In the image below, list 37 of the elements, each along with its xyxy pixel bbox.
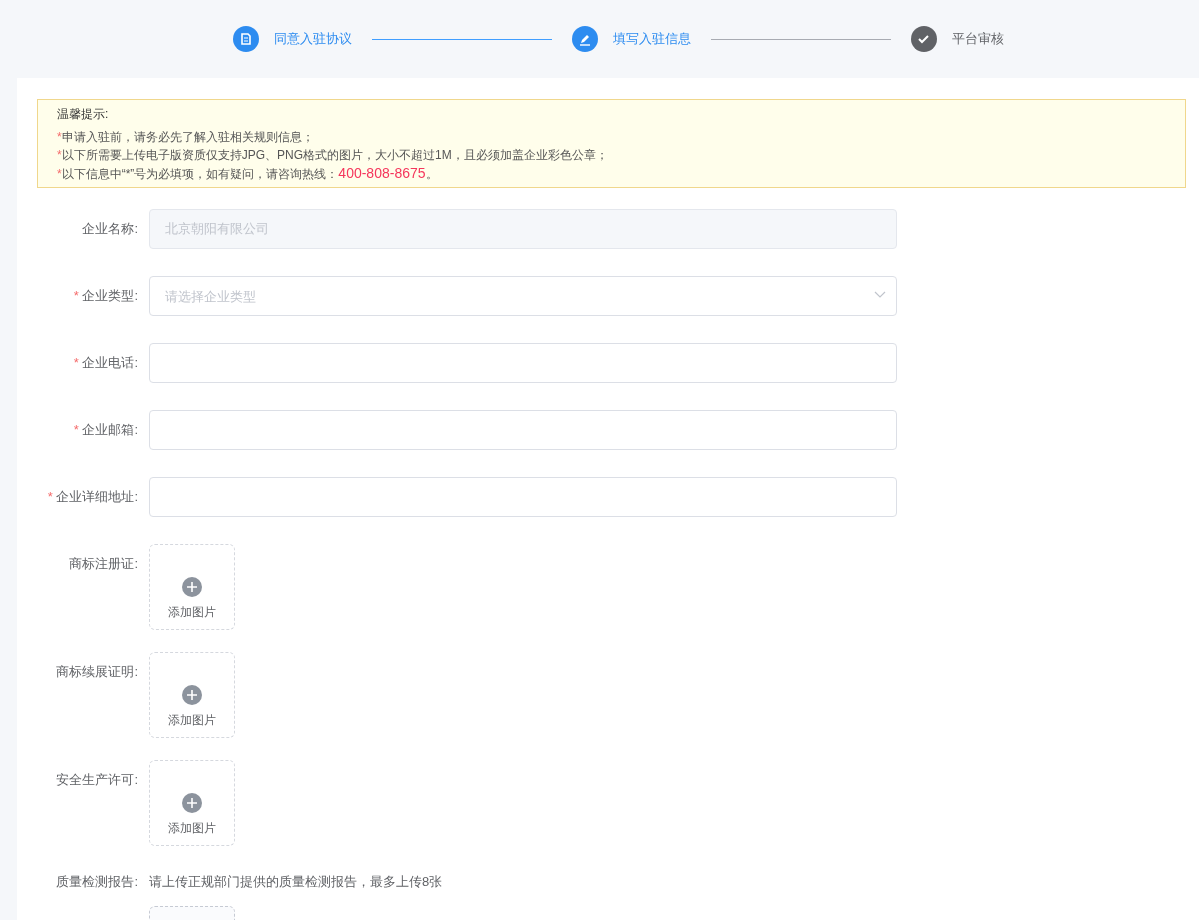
select-field[interactable]: 请选择企业类型 [149, 276, 897, 316]
upload-box[interactable] [149, 906, 235, 920]
chevron-down-icon [874, 291, 886, 299]
required-asterisk: * [57, 130, 62, 144]
plus-icon [182, 793, 202, 813]
input-field[interactable] [149, 410, 897, 450]
check-icon [911, 26, 937, 52]
step-label: 平台审核 [952, 30, 1004, 49]
notice-text: 以下信息中“*”号为必填项，如有疑问，请咨询热线： [61, 167, 339, 181]
add-image-button[interactable]: 添加图片 [149, 544, 235, 630]
notice-text: 以下所需要上传电子版资质仅支持JPG、PNG格式的图片，大小不超过1M，且必须加盖企业彩色公章； [61, 148, 608, 162]
field-label: 商标注册证: [69, 556, 138, 571]
field-label: * 企业详细地址: [47, 489, 138, 504]
notice-text: 申请入驻前，请务必先了解入驻相关规则信息； [61, 130, 314, 144]
input-field[interactable] [149, 477, 897, 517]
pencil-icon [572, 26, 598, 52]
notice-title: 温馨提示: [57, 106, 110, 123]
field-label: 安全生产许可: [56, 772, 138, 787]
add-image-button[interactable]: 添加图片 [149, 760, 235, 846]
document-icon [233, 26, 259, 52]
plus-icon [182, 577, 202, 597]
required-asterisk: * [57, 148, 62, 162]
notice-text: 。 [425, 167, 438, 181]
field-label: * 企业邮箱: [73, 422, 138, 437]
field-label: 商标续展证明: [56, 664, 138, 679]
required-asterisk: * [57, 167, 62, 181]
field-label: * 企业类型: [73, 288, 138, 303]
plus-icon [182, 685, 202, 705]
step-label: 同意入驻协议 [274, 30, 352, 49]
field-label: 质量检测报告: [56, 874, 138, 889]
field-label: 企业名称: [82, 221, 138, 236]
field-label: * 企业电话: [73, 355, 138, 370]
add-image-button[interactable]: 添加图片 [149, 652, 235, 738]
input-field[interactable] [149, 343, 897, 383]
phone-number: 400-808-8675 [338, 165, 426, 181]
step-label: 填写入驻信息 [613, 30, 691, 49]
hint-text: 请上传正规部门提供的质量检测报告，最多上传8张 [149, 873, 443, 891]
